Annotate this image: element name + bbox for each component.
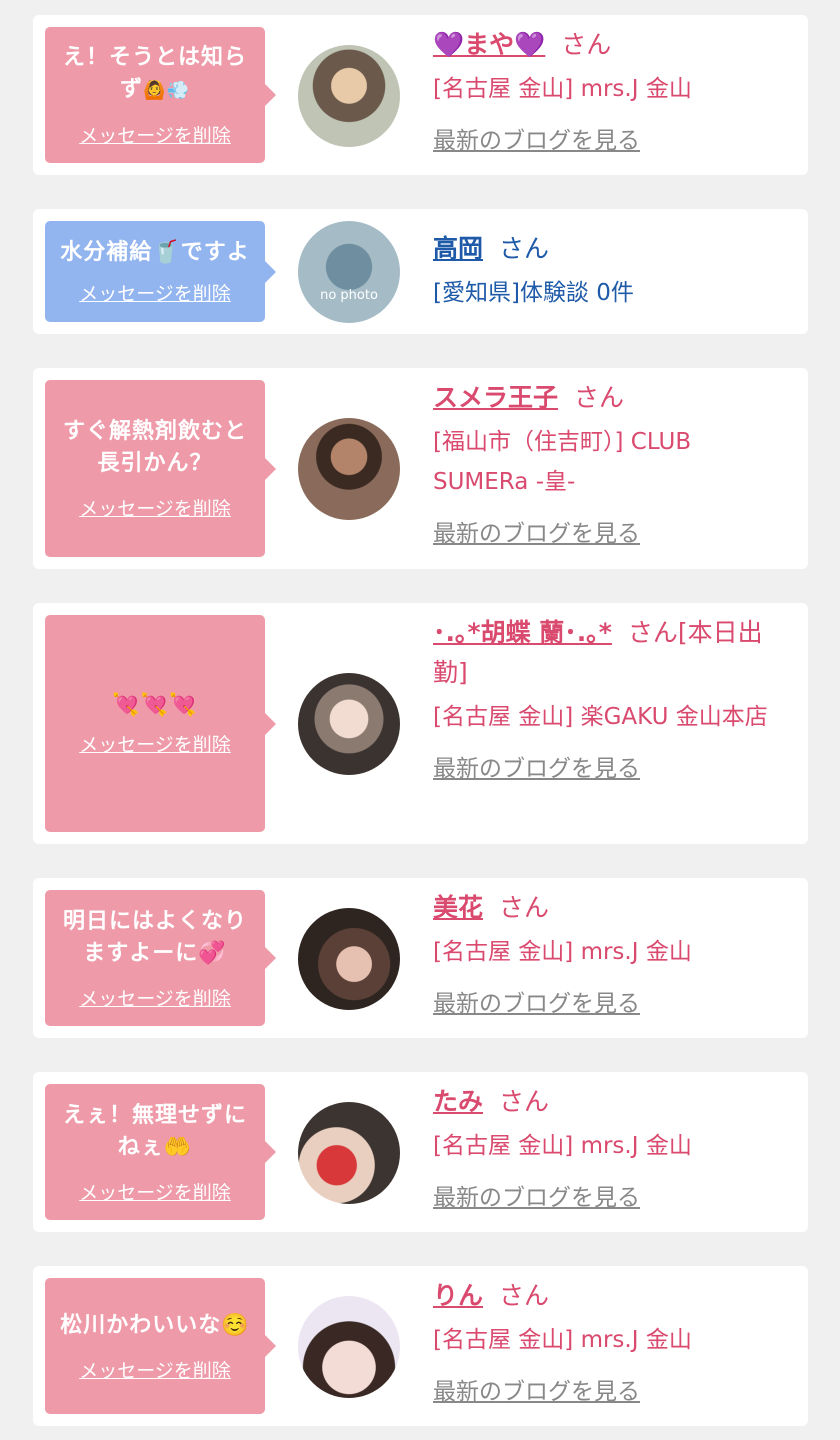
avatar[interactable]: no photo	[298, 221, 400, 323]
no-photo-label: no photo	[320, 288, 378, 303]
delete-message-link[interactable]: メッセージを削除	[79, 121, 231, 148]
message-bubble: 水分補給🥤ですよ メッセージを削除	[45, 221, 276, 322]
shop-name: [福山市（住吉町）] CLUB SUMERa -皇-	[433, 429, 692, 495]
honorific: さん	[499, 893, 550, 922]
avatar[interactable]	[298, 418, 400, 520]
message-bubble: え！そうとは知らず🙆💨 メッセージを削除	[45, 27, 276, 163]
user-name-link[interactable]: 美花	[433, 893, 483, 922]
user-name-link[interactable]: ･.｡*胡蝶 蘭･.｡*	[433, 618, 612, 647]
delete-message-link[interactable]: メッセージを削除	[79, 1356, 231, 1383]
message-card: 💘💘💘 メッセージを削除 ･.｡*胡蝶 蘭･.｡* さん[本日出勤] [名古屋 金…	[33, 603, 808, 844]
latest-blog-link[interactable]: 最新のブログを見る	[433, 749, 640, 783]
message-text: すぐ解熱剤飲むと長引かん？	[62, 419, 247, 476]
avatar[interactable]	[298, 1102, 400, 1204]
message-bubble: 💘💘💘 メッセージを削除	[45, 615, 276, 832]
honorific: さん	[499, 234, 550, 263]
user-name-link[interactable]: 高岡	[433, 234, 483, 263]
avatar[interactable]	[298, 908, 400, 1010]
latest-blog-link[interactable]: 最新のブログを見る	[433, 514, 640, 548]
shop-name: [名古屋 金山] mrs.J 金山	[433, 939, 692, 965]
message-text: え！そうとは知らず🙆💨	[62, 45, 247, 102]
message-card: 水分補給🥤ですよ メッセージを削除 no photo 高岡 さん [愛知県]体験談…	[33, 209, 808, 334]
delete-message-link[interactable]: メッセージを削除	[79, 730, 231, 757]
latest-blog-link[interactable]: 最新のブログを見る	[433, 1372, 640, 1406]
message-bubble: すぐ解熱剤飲むと長引かん？ メッセージを削除	[45, 380, 276, 557]
user-name-link[interactable]: スメラ王子	[433, 383, 558, 412]
delete-message-link[interactable]: メッセージを削除	[79, 494, 231, 521]
message-card: すぐ解熱剤飲むと長引かん？ メッセージを削除 スメラ王子 さん [福山市（住吉町）…	[33, 368, 808, 569]
message-card: えぇ！無理せずにねぇ🤲 メッセージを削除 たみ さん [名古屋 金山] mrs.J…	[33, 1072, 808, 1232]
shop-name: [名古屋 金山] mrs.J 金山	[433, 1327, 692, 1353]
delete-message-link[interactable]: メッセージを削除	[79, 984, 231, 1011]
shop-name: [名古屋 金山] mrs.J 金山	[433, 76, 692, 102]
shop-name: [名古屋 金山] 楽GAKU 金山本店	[433, 704, 768, 730]
honorific: さん	[499, 1087, 550, 1116]
message-card: 松川かわいいな☺️ メッセージを削除 りん さん [名古屋 金山] mrs.J 金…	[33, 1266, 808, 1426]
message-text: 明日にはよくなりますよーに💞	[62, 908, 247, 966]
message-bubble: 明日にはよくなりますよーに💞 メッセージを削除	[45, 890, 276, 1026]
honorific: さん	[574, 383, 625, 412]
emoji-icon: 🙆💨	[143, 80, 190, 101]
message-text: えぇ！無理せずにねぇ🤲	[62, 1102, 247, 1160]
shop-name: [名古屋 金山] mrs.J 金山	[433, 1133, 692, 1159]
honorific: さん	[499, 1281, 550, 1310]
user-name-link[interactable]: りん	[433, 1281, 483, 1310]
latest-blog-link[interactable]: 最新のブログを見る	[433, 984, 640, 1018]
user-name-link[interactable]: たみ	[433, 1087, 483, 1116]
message-bubble: 松川かわいいな☺️ メッセージを削除	[45, 1278, 276, 1414]
avatar[interactable]	[298, 45, 400, 147]
message-card: え！そうとは知らず🙆💨 メッセージを削除 💜まや💜 さん [名古屋 金山] mrs…	[33, 15, 808, 175]
message-text: 水分補給🥤ですよ	[60, 240, 250, 265]
shop-name: [愛知県]体験談 0件	[433, 280, 634, 306]
user-name-link[interactable]: 💜まや💜	[433, 30, 545, 59]
honorific: さん	[561, 30, 612, 59]
latest-blog-link[interactable]: 最新のブログを見る	[433, 1178, 640, 1212]
message-bubble: えぇ！無理せずにねぇ🤲 メッセージを削除	[45, 1084, 276, 1220]
message-text: 松川かわいいな☺️	[60, 1312, 250, 1338]
latest-blog-link[interactable]: 最新のブログを見る	[433, 121, 640, 155]
avatar[interactable]	[298, 1296, 400, 1398]
message-card: 明日にはよくなりますよーに💞 メッセージを削除 美花 さん [名古屋 金山] mr…	[33, 878, 808, 1038]
delete-message-link[interactable]: メッセージを削除	[79, 1178, 231, 1205]
delete-message-link[interactable]: メッセージを削除	[79, 279, 231, 306]
heart-emoji-icon: 💘💘💘	[112, 693, 198, 718]
avatar[interactable]	[298, 673, 400, 775]
